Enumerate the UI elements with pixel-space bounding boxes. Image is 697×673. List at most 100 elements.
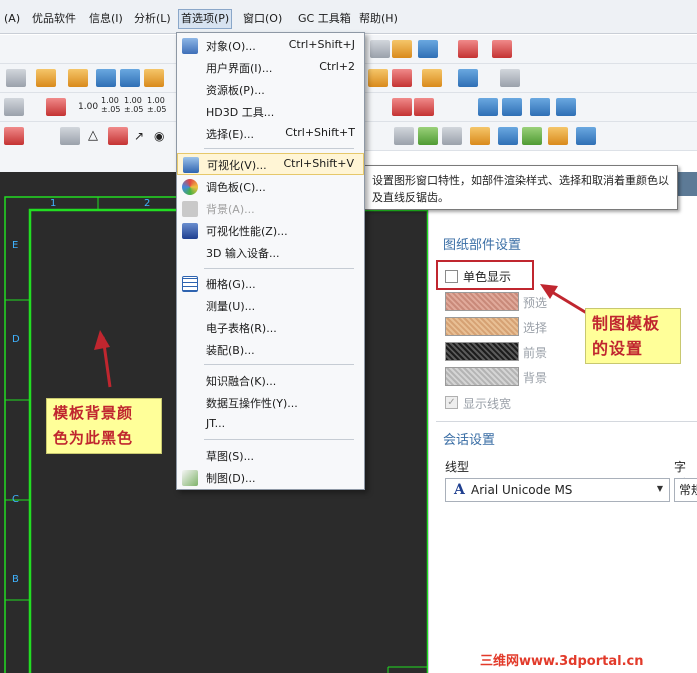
tool-icon[interactable] bbox=[392, 69, 412, 87]
menu-item-info[interactable]: 信息(I) bbox=[87, 10, 125, 28]
menu-item-palette[interactable]: 调色板(C)... bbox=[177, 176, 364, 198]
menu-item-jt[interactable]: JT... bbox=[177, 414, 364, 436]
dimension-tolerance-label[interactable]: 1.00 ±.05 bbox=[124, 96, 143, 114]
menu-item-selection[interactable]: 选择(E)... Ctrl+Shift+T bbox=[177, 123, 364, 145]
preselect-label: 预选 bbox=[523, 296, 548, 310]
tool-icon[interactable] bbox=[68, 69, 88, 87]
tool-icon[interactable] bbox=[394, 127, 414, 145]
monochrome-checkbox[interactable] bbox=[445, 270, 458, 283]
menu-separator bbox=[204, 268, 354, 269]
dimension-tolerance-label[interactable]: 1.00 ±.05 bbox=[147, 96, 166, 114]
tool-icon[interactable] bbox=[522, 127, 542, 145]
menu-separator bbox=[204, 148, 354, 149]
stack-icon[interactable] bbox=[418, 127, 438, 145]
menu-item-grid[interactable]: 栅格(G)... bbox=[177, 273, 364, 295]
dimension-tolerance-label[interactable]: 1.00 ±.05 bbox=[101, 96, 120, 114]
tool-icon[interactable] bbox=[144, 69, 164, 87]
tool-icon[interactable] bbox=[36, 69, 56, 87]
style-select[interactable]: 常规 bbox=[674, 478, 697, 502]
zone-label: E bbox=[12, 240, 19, 251]
show-lineweight-checkbox[interactable]: ✓ bbox=[445, 396, 458, 409]
background-color-swatch[interactable] bbox=[445, 367, 519, 386]
tool-icon[interactable] bbox=[548, 127, 568, 145]
menu-item-visualization[interactable]: 可视化(V)... Ctrl+Shift+V bbox=[177, 153, 364, 175]
menu-item-window[interactable]: 窗口(O) bbox=[241, 10, 284, 28]
ruler-icon[interactable] bbox=[492, 40, 512, 58]
tool-icon[interactable] bbox=[392, 40, 412, 58]
tool-icon[interactable] bbox=[60, 127, 80, 145]
grid-icon bbox=[182, 276, 198, 292]
zone-label: 2 bbox=[144, 198, 151, 209]
menu-item-user-interface[interactable]: 用户界面(I)... Ctrl+2 bbox=[177, 57, 364, 79]
preselect-color-swatch[interactable] bbox=[445, 292, 519, 311]
tool-icon[interactable] bbox=[368, 69, 388, 87]
menu-item-drafting[interactable]: 制图(D)... bbox=[177, 467, 364, 489]
foreground-label: 前景 bbox=[523, 346, 548, 360]
foreground-color-swatch[interactable] bbox=[445, 342, 519, 361]
object-icon bbox=[182, 38, 198, 54]
menu-item-preferences[interactable]: 首选项(P) bbox=[178, 9, 233, 29]
dimension-icon[interactable] bbox=[46, 98, 66, 116]
view-icon[interactable] bbox=[478, 98, 498, 116]
menu-bar: (A) 优品软件 信息(I) 分析(L) 首选项(P) 窗口(O) GC 工具箱… bbox=[0, 0, 697, 34]
tool-icon[interactable] bbox=[108, 127, 128, 145]
tool-icon[interactable] bbox=[576, 127, 596, 145]
image-icon[interactable] bbox=[6, 69, 26, 87]
menu-item-visualization-performance[interactable]: 可视化性能(Z)... bbox=[177, 220, 364, 242]
menu-item-gc-toolbox[interactable]: GC 工具箱 bbox=[296, 10, 353, 28]
arrow-icon[interactable]: ↗ bbox=[134, 127, 144, 145]
panel-divider bbox=[436, 421, 697, 422]
menu-item-object[interactable]: 对象(O)... Ctrl+Shift+J bbox=[177, 35, 364, 57]
annotation-left: 模板背景颜 色为此黑色 bbox=[46, 398, 162, 454]
menu-item-3d-input-device[interactable]: 3D 输入设备... bbox=[177, 242, 364, 264]
tool-icon[interactable] bbox=[498, 127, 518, 145]
menu-item-a[interactable]: (A) bbox=[2, 10, 22, 28]
annotation-arrow-head bbox=[94, 330, 110, 350]
text-icon[interactable] bbox=[120, 69, 140, 87]
background-icon bbox=[182, 201, 198, 217]
dimension-tolerance-label[interactable]: 1.00 bbox=[78, 98, 98, 116]
palette-icon bbox=[182, 179, 198, 195]
linetype-label: 线型 bbox=[445, 460, 470, 474]
no-symbol-icon[interactable] bbox=[392, 98, 412, 116]
menu-item-data-interop[interactable]: 数据互操作性(Y)... bbox=[177, 392, 364, 414]
menu-item-assembly[interactable]: 装配(B)... bbox=[177, 339, 364, 361]
font-select[interactable]: A Arial Unicode MS ▼ bbox=[445, 478, 670, 502]
settings-icon[interactable] bbox=[556, 98, 576, 116]
drafting-icon bbox=[182, 470, 198, 486]
menu-item-resource-bar[interactable]: 资源板(P)... bbox=[177, 79, 364, 101]
tool-icon[interactable] bbox=[4, 98, 24, 116]
menu-item-youpin[interactable]: 优品软件 bbox=[30, 10, 78, 28]
target-icon[interactable]: ◉ bbox=[154, 127, 164, 145]
menu-item-background[interactable]: 背景(A)... bbox=[177, 198, 364, 220]
zone-label: D bbox=[12, 334, 20, 345]
folder-icon[interactable] bbox=[530, 98, 550, 116]
tool-icon[interactable] bbox=[418, 40, 438, 58]
menu-item-measure[interactable]: 测量(U)... bbox=[177, 295, 364, 317]
tool-icon[interactable] bbox=[470, 127, 490, 145]
zone-label: B bbox=[12, 574, 19, 585]
triangle-icon[interactable]: △ bbox=[88, 127, 98, 145]
annotation-left-line: 模板背景颜 bbox=[53, 404, 134, 422]
tool-icon[interactable] bbox=[500, 69, 520, 87]
section-title-session: 会话设置 bbox=[443, 433, 496, 448]
chevron-down-icon: ▼ bbox=[656, 484, 663, 493]
menu-item-spreadsheet[interactable]: 电子表格(R)... bbox=[177, 317, 364, 339]
menu-item-analysis[interactable]: 分析(L) bbox=[132, 10, 173, 28]
visualization-tooltip: 设置图形窗口特性，如部件渲染样式、选择和取消着重颜色以及直线反锯齿。 bbox=[364, 165, 678, 210]
tool-icon[interactable] bbox=[4, 127, 24, 145]
menu-item-sketch[interactable]: 草图(S)... bbox=[177, 445, 364, 467]
tool-icon[interactable] bbox=[370, 40, 390, 58]
tool-icon[interactable] bbox=[458, 69, 478, 87]
tool-icon[interactable] bbox=[442, 127, 462, 145]
selection-color-swatch[interactable] bbox=[445, 317, 519, 336]
menu-item-hd3d-tools[interactable]: HD3D 工具... bbox=[177, 101, 364, 123]
menu-item-help[interactable]: 帮助(H) bbox=[357, 10, 400, 28]
measure-icon[interactable] bbox=[458, 40, 478, 58]
menu-separator bbox=[204, 364, 354, 365]
view-icon[interactable] bbox=[502, 98, 522, 116]
tool-icon[interactable] bbox=[422, 69, 442, 87]
menu-item-knowledge-fusion[interactable]: 知识融合(K)... bbox=[177, 370, 364, 392]
text-style-icon[interactable] bbox=[96, 69, 116, 87]
no-symbol-icon[interactable] bbox=[414, 98, 434, 116]
